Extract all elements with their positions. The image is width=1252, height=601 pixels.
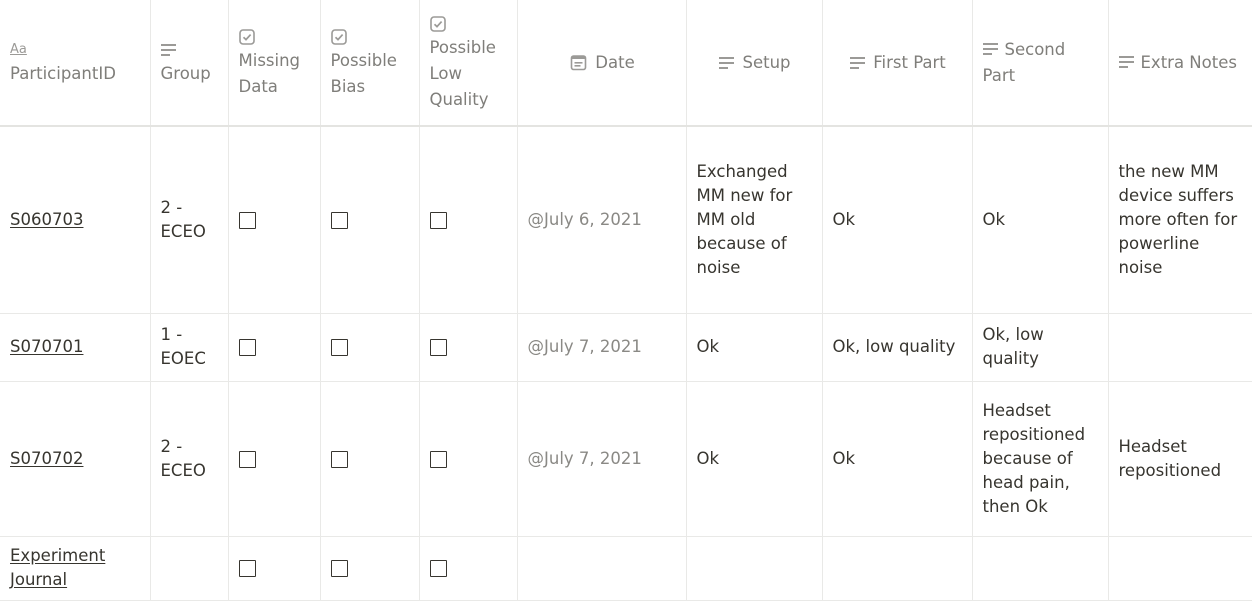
column-label: ParticipantID bbox=[10, 63, 116, 83]
setup-cell[interactable]: Ok bbox=[686, 313, 823, 382]
participant-id-cell[interactable]: S070702 bbox=[0, 381, 151, 537]
group-cell[interactable]: 1 - EOEC bbox=[150, 313, 229, 382]
missing-data-checkbox[interactable] bbox=[238, 339, 256, 356]
table-row: S070702 2 - ECEO @July 7, 2021 Ok Ok Hea… bbox=[0, 381, 1252, 537]
possible-bias-cell bbox=[320, 313, 420, 382]
column-header-setup[interactable]: Setup bbox=[686, 0, 823, 127]
missing-data-cell bbox=[228, 126, 321, 314]
text-lines-icon bbox=[1118, 55, 1134, 68]
table-row: S070701 1 - EOEC @July 7, 2021 Ok Ok, lo… bbox=[0, 313, 1252, 382]
participant-id-link[interactable]: S060703 bbox=[10, 210, 83, 229]
title-aa-icon: Aa bbox=[10, 41, 27, 57]
group-cell[interactable]: 2 - ECEO bbox=[150, 126, 229, 314]
possible-bias-checkbox[interactable] bbox=[330, 211, 348, 229]
missing-data-cell bbox=[228, 536, 321, 601]
column-header-group[interactable]: Group bbox=[150, 0, 229, 127]
first-part-cell[interactable]: Ok bbox=[822, 381, 973, 537]
column-label-with-icon: Second Part bbox=[982, 37, 1100, 89]
second-part-cell[interactable]: Ok bbox=[972, 126, 1109, 314]
possible-bias-cell bbox=[320, 126, 420, 314]
second-part-cell[interactable]: Headset repositioned because of head pai… bbox=[972, 381, 1109, 537]
table-row: Experiment Journal bbox=[0, 536, 1252, 601]
possible-low-quality-checkbox[interactable] bbox=[429, 339, 447, 356]
participant-id-cell[interactable]: S060703 bbox=[0, 126, 151, 314]
first-part-cell[interactable]: Ok, low quality bbox=[822, 313, 973, 382]
group-cell[interactable]: 2 - ECEO bbox=[150, 381, 229, 537]
possible-bias-checkbox[interactable] bbox=[330, 339, 348, 356]
second-part-cell[interactable]: Ok, low quality bbox=[972, 313, 1109, 382]
column-header-extra-notes[interactable]: Extra Notes bbox=[1108, 0, 1252, 127]
column-label: Extra Notes bbox=[1140, 52, 1237, 72]
database-table: Aa ParticipantID Group Missing Data Poss… bbox=[0, 0, 1252, 601]
setup-cell[interactable] bbox=[686, 536, 823, 601]
column-label-with-icon: Extra Notes bbox=[1118, 50, 1245, 76]
second-part-cell[interactable] bbox=[972, 536, 1109, 601]
column-header-first-part[interactable]: First Part bbox=[822, 0, 973, 127]
column-label: Possible Bias bbox=[330, 50, 397, 96]
missing-data-cell bbox=[228, 381, 321, 537]
group-cell[interactable] bbox=[150, 536, 229, 601]
column-label: Setup bbox=[742, 52, 791, 72]
possible-low-quality-checkbox[interactable] bbox=[429, 450, 447, 468]
possible-bias-checkbox[interactable] bbox=[330, 560, 348, 577]
extra-notes-cell[interactable] bbox=[1108, 313, 1252, 382]
column-label: Missing Data bbox=[238, 50, 301, 96]
column-label: Group bbox=[160, 63, 211, 83]
date-cell[interactable]: @July 7, 2021 bbox=[517, 313, 687, 382]
extra-notes-cell[interactable]: Headset repositioned bbox=[1108, 381, 1252, 537]
column-header-possible-bias[interactable]: Possible Bias bbox=[320, 0, 420, 127]
table-row: S060703 2 - ECEO @July 6, 2021 Exchanged… bbox=[0, 126, 1252, 314]
column-header-possible-low-quality[interactable]: Possible Low Quality bbox=[419, 0, 518, 127]
possible-low-quality-checkbox[interactable] bbox=[429, 211, 447, 229]
column-label: First Part bbox=[873, 52, 946, 72]
header-row: Aa ParticipantID Group Missing Data Poss… bbox=[0, 0, 1252, 127]
setup-cell[interactable]: Exchanged MM new for MM old because of n… bbox=[686, 126, 823, 314]
column-label: Date bbox=[595, 52, 635, 72]
missing-data-cell bbox=[228, 313, 321, 382]
checkbox-property-icon bbox=[238, 26, 312, 48]
column-header-date[interactable]: Date bbox=[517, 0, 687, 127]
text-lines-icon bbox=[160, 39, 220, 61]
extra-notes-cell[interactable] bbox=[1108, 536, 1252, 601]
date-cell[interactable]: @July 7, 2021 bbox=[517, 381, 687, 537]
column-label: Possible Low Quality bbox=[429, 37, 496, 109]
missing-data-checkbox[interactable] bbox=[238, 450, 256, 468]
participant-id-link[interactable]: Experiment Journal bbox=[10, 546, 105, 589]
missing-data-checkbox[interactable] bbox=[238, 211, 256, 229]
participant-id-link[interactable]: S070702 bbox=[10, 449, 83, 468]
date-cell[interactable] bbox=[517, 536, 687, 601]
text-lines-icon bbox=[982, 42, 998, 55]
possible-bias-cell bbox=[320, 381, 420, 537]
possible-low-quality-cell bbox=[419, 126, 518, 314]
column-header-second-part[interactable]: Second Part bbox=[972, 0, 1109, 127]
column-header-missing-data[interactable]: Missing Data bbox=[228, 0, 321, 127]
extra-notes-cell[interactable]: the new MM device suffers more often for… bbox=[1108, 126, 1252, 314]
possible-low-quality-cell bbox=[419, 536, 518, 601]
possible-low-quality-cell bbox=[419, 313, 518, 382]
setup-cell[interactable]: Ok bbox=[686, 381, 823, 537]
column-header-participant-id[interactable]: Aa ParticipantID bbox=[0, 0, 151, 127]
participant-id-cell[interactable]: Experiment Journal bbox=[0, 536, 151, 601]
checkbox-property-icon bbox=[429, 13, 509, 35]
date-cell[interactable]: @July 6, 2021 bbox=[517, 126, 687, 314]
participant-id-link[interactable]: S070701 bbox=[10, 337, 83, 356]
possible-bias-cell bbox=[320, 536, 420, 601]
text-lines-icon bbox=[850, 52, 866, 74]
participant-id-cell[interactable]: S070701 bbox=[0, 313, 151, 382]
checkbox-property-icon bbox=[330, 26, 411, 48]
calendar-icon bbox=[570, 52, 587, 74]
possible-low-quality-cell bbox=[419, 381, 518, 537]
missing-data-checkbox[interactable] bbox=[238, 560, 256, 577]
first-part-cell[interactable] bbox=[822, 536, 973, 601]
possible-low-quality-checkbox[interactable] bbox=[429, 560, 447, 577]
text-lines-icon bbox=[719, 52, 735, 74]
possible-bias-checkbox[interactable] bbox=[330, 450, 348, 468]
first-part-cell[interactable]: Ok bbox=[822, 126, 973, 314]
